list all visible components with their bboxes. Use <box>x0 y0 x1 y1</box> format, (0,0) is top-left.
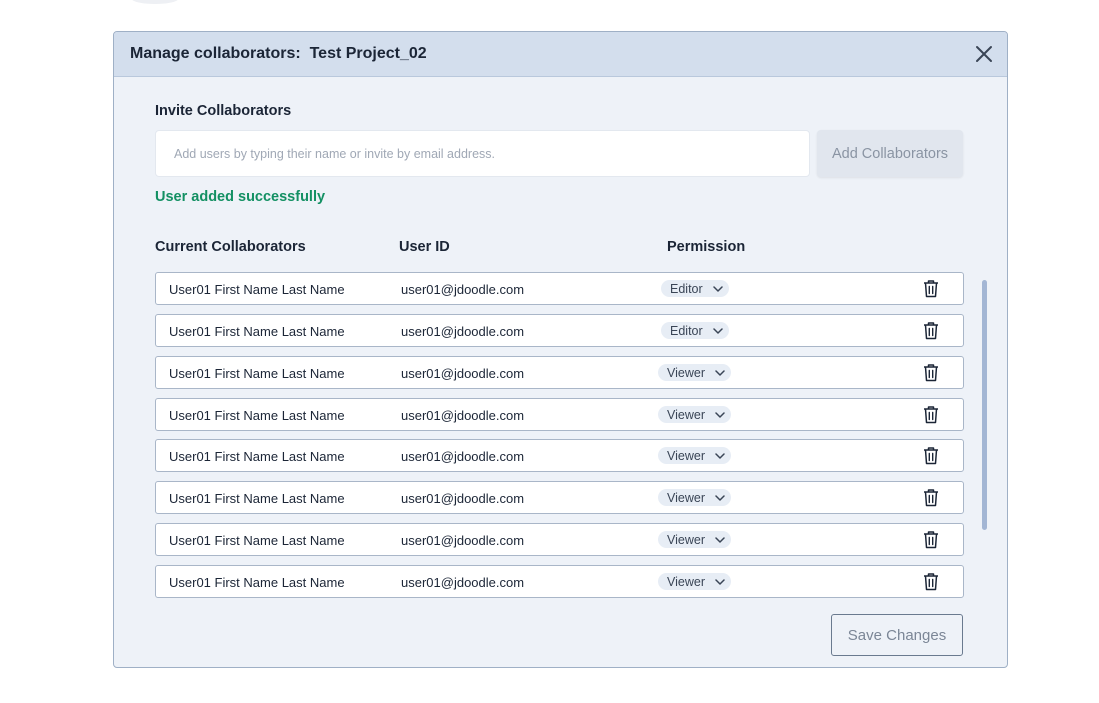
add-collaborators-button[interactable]: Add Collaborators <box>817 130 963 177</box>
project-name: Test Project_02 <box>309 45 427 62</box>
collaborator-user-id: user01@jdoodle.com <box>401 408 525 423</box>
trash-icon[interactable] <box>922 446 940 465</box>
permission-value: Viewer <box>667 574 705 589</box>
collaborator-user-id: user01@jdoodle.com <box>401 366 525 381</box>
close-button[interactable] <box>973 43 995 65</box>
save-changes-button[interactable]: Save Changes <box>831 614 963 656</box>
column-header-user-id: User ID <box>399 239 450 255</box>
chevron-down-icon <box>715 411 725 418</box>
permission-dropdown[interactable]: Viewer <box>658 406 731 423</box>
collaborator-name: User01 First Name Last Name <box>169 408 345 423</box>
chevron-down-icon <box>712 285 723 292</box>
permission-value: Editor <box>670 281 703 296</box>
chevron-down-icon <box>715 536 725 543</box>
invite-user-input[interactable] <box>155 130 810 177</box>
permission-value: Viewer <box>667 365 705 380</box>
permission-value: Viewer <box>667 532 705 547</box>
chevron-down-icon <box>715 452 725 459</box>
collaborator-row: User01 First Name Last Name user01@jdoodl… <box>155 398 964 431</box>
column-header-collaborators: Current Collaborators <box>155 239 306 255</box>
column-header-permission: Permission <box>667 239 746 255</box>
collaborator-row: User01 First Name Last Name user01@jdoodl… <box>155 481 964 514</box>
permission-dropdown[interactable]: Viewer <box>658 489 731 506</box>
trash-icon[interactable] <box>922 572 940 591</box>
manage-collaborators-dialog: Manage collaborators: Test Project_02 In… <box>113 31 1008 668</box>
chevron-down-icon <box>715 369 725 376</box>
permission-value: Viewer <box>667 490 705 505</box>
permission-dropdown[interactable]: Viewer <box>658 531 731 548</box>
collaborator-user-id: user01@jdoodle.com <box>401 575 525 590</box>
scrollbar-thumb[interactable] <box>982 280 987 530</box>
permission-dropdown[interactable]: Editor <box>661 322 729 339</box>
invite-collaborators-label: Invite Collaborators <box>155 103 292 119</box>
collaborator-row: User01 First Name Last Name user01@jdoodl… <box>155 272 964 305</box>
collaborator-name: User01 First Name Last Name <box>169 282 345 297</box>
collaborator-user-id: user01@jdoodle.com <box>401 449 525 464</box>
chevron-down-icon <box>715 494 725 501</box>
permission-dropdown[interactable]: Viewer <box>658 364 731 381</box>
collaborator-user-id: user01@jdoodle.com <box>401 491 525 506</box>
trash-icon[interactable] <box>922 279 940 298</box>
collaborator-row: User01 First Name Last Name user01@jdoodl… <box>155 523 964 556</box>
collaborator-user-id: user01@jdoodle.com <box>401 324 525 339</box>
trash-icon[interactable] <box>922 321 940 340</box>
collaborator-name: User01 First Name Last Name <box>169 533 345 548</box>
collaborator-name: User01 First Name Last Name <box>169 449 345 464</box>
trash-icon[interactable] <box>922 530 940 549</box>
collaborator-row: User01 First Name Last Name user01@jdoodl… <box>155 356 964 389</box>
permission-dropdown[interactable]: Viewer <box>658 573 731 590</box>
collaborator-name: User01 First Name Last Name <box>169 575 345 590</box>
collaborator-name: User01 First Name Last Name <box>169 491 345 506</box>
collaborator-row: User01 First Name Last Name user01@jdoodl… <box>155 314 964 347</box>
collaborator-name: User01 First Name Last Name <box>169 366 345 381</box>
collaborator-row: User01 First Name Last Name user01@jdoodl… <box>155 565 964 598</box>
dialog-header: Manage collaborators: Test Project_02 <box>114 32 1007 77</box>
close-icon <box>976 46 992 62</box>
chevron-down-icon <box>712 327 723 334</box>
permission-value: Viewer <box>667 407 705 422</box>
chevron-down-icon <box>715 578 725 585</box>
dialog-title: Manage collaborators: Test Project_02 <box>130 45 427 63</box>
collaborator-user-id: user01@jdoodle.com <box>401 533 525 548</box>
permission-dropdown[interactable]: Viewer <box>658 447 731 464</box>
collaborator-row: User01 First Name Last Name user01@jdoodl… <box>155 439 964 472</box>
dialog-title-prefix: Manage collaborators: <box>130 45 301 62</box>
permission-dropdown[interactable]: Editor <box>661 280 729 297</box>
permission-value: Editor <box>670 323 703 338</box>
success-message: User added successfully <box>155 189 326 205</box>
background-decoration <box>132 0 178 4</box>
trash-icon[interactable] <box>922 488 940 507</box>
trash-icon[interactable] <box>922 405 940 424</box>
collaborator-user-id: user01@jdoodle.com <box>401 282 525 297</box>
trash-icon[interactable] <box>922 363 940 382</box>
permission-value: Viewer <box>667 448 705 463</box>
collaborator-name: User01 First Name Last Name <box>169 324 345 339</box>
